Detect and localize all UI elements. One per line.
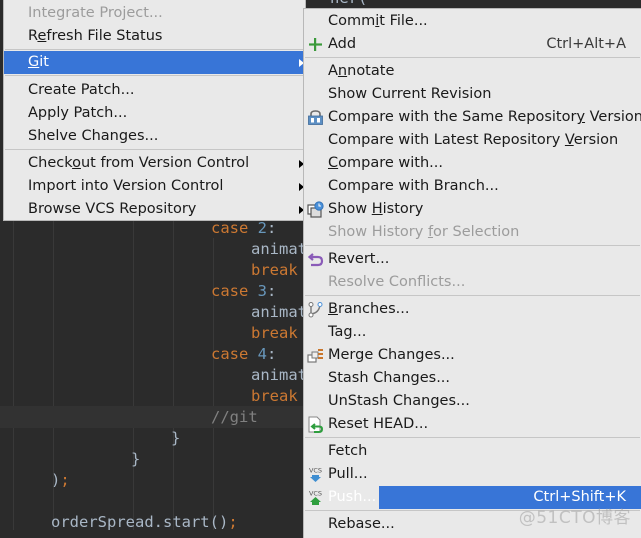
merge-icon	[307, 349, 323, 363]
menu-item-label: Compare with Branch...	[328, 178, 499, 194]
menu-item-show-history[interactable]: Show History	[304, 198, 641, 221]
menu-item-stash-changes[interactable]: Stash Changes...	[304, 367, 641, 390]
menu-item-label: Shelve Changes...	[28, 128, 159, 144]
menu-item-label: Stash Changes...	[328, 370, 451, 386]
menu-item-label: Checkout from Version Control	[28, 155, 250, 171]
menu-item-show-current-revision[interactable]: Show Current Revision	[304, 83, 641, 106]
menu-item-checkout-from-vcs[interactable]: Checkout from Version Control	[4, 152, 305, 175]
menu-item-annotate[interactable]: Annotate	[304, 60, 641, 83]
menu-item-compare-with-branch[interactable]: Compare with Branch...	[304, 175, 641, 198]
menu-item-label: Integrate Project...	[28, 5, 163, 21]
menu-item-branches[interactable]: Branches...	[304, 298, 641, 321]
menu-item-label: Branches...	[328, 301, 410, 317]
svg-text:VCS: VCS	[309, 490, 322, 498]
menu-item-label: Import into Version Control	[28, 178, 224, 194]
menu-item-label: Tag...	[328, 324, 367, 340]
menu-item-label: Browse VCS Repository	[28, 201, 197, 217]
menu-item-reset-head[interactable]: Reset HEAD...	[304, 413, 641, 436]
menu-item-compare-with[interactable]: Compare with...	[304, 152, 641, 175]
menu-item-git[interactable]: Git	[4, 51, 305, 74]
menu-item-label: Create Patch...	[28, 82, 135, 98]
menu-item-resolve-conflicts: Resolve Conflicts...	[304, 271, 641, 294]
menu-item-merge-changes[interactable]: Merge Changes...	[304, 344, 641, 367]
menu-item-show-history-for-selection: Show History for Selection	[304, 221, 641, 244]
shortcut-label: Ctrl+Alt+A	[546, 36, 626, 52]
menu-separator	[305, 245, 640, 246]
history-icon	[307, 201, 324, 218]
menu-item-label: Compare with...	[328, 155, 443, 171]
menu-item-fetch[interactable]: Fetch	[304, 440, 641, 463]
menu-item-compare-latest-repo-version[interactable]: Compare with Latest Repository Version	[304, 129, 641, 152]
code-line-animation: animat	[251, 303, 307, 321]
code-line-animation: animat	[251, 240, 307, 258]
menu-item-label: Show History	[328, 201, 424, 217]
vcs-push-icon: VCS	[309, 490, 322, 505]
menu-separator	[5, 49, 304, 50]
menu-item-browse-vcs-repository[interactable]: Browse VCS Repository	[4, 198, 305, 221]
menu-item-label: Show History for Selection	[328, 224, 520, 240]
code-line-brace: }	[171, 429, 181, 447]
menu-item-label: Apply Patch...	[28, 105, 128, 121]
vcs-menu: Integrate Project... Refresh File Status…	[3, 0, 306, 221]
menu-item-label: Resolve Conflicts...	[328, 274, 466, 290]
menu-separator	[305, 295, 640, 296]
menu-item-label: Merge Changes...	[328, 347, 455, 363]
menu-item-revert[interactable]: Revert...	[304, 248, 641, 271]
menu-item-label: UnStash Changes...	[328, 393, 470, 409]
menu-item-label: Revert...	[328, 251, 390, 267]
code-line-case-2: case 2:	[211, 219, 277, 237]
menu-item-label: Fetch	[328, 443, 368, 459]
menu-item-commit-file[interactable]: Commit File...	[304, 10, 641, 33]
code-line-animation: animat	[251, 366, 307, 384]
menu-separator	[5, 75, 304, 76]
menu-item-refresh-file-status[interactable]: Refresh File Status	[4, 25, 305, 48]
code-line-case-3: case 3:	[211, 282, 277, 300]
vcs-pull-icon: VCS	[309, 467, 322, 482]
reset-head-icon	[308, 416, 324, 433]
menu-item-integrate-project: Integrate Project...	[4, 2, 305, 25]
menu-item-label: Reset HEAD...	[328, 416, 429, 432]
branches-icon	[308, 302, 323, 318]
menu-item-label: Commit File...	[328, 13, 428, 29]
menu-item-unstash-changes[interactable]: UnStash Changes...	[304, 390, 641, 413]
menu-separator	[5, 149, 304, 150]
code-line-break: break	[251, 261, 298, 279]
git-submenu: Commit File... Add Ctrl+Alt+A Annotate S…	[303, 8, 641, 538]
menu-item-label: Add	[328, 36, 357, 52]
code-line-comment: //git	[211, 408, 258, 426]
menu-item-label: Git	[28, 54, 49, 70]
plus-icon	[309, 38, 322, 51]
code-line-case-4: case 4:	[211, 345, 277, 363]
menu-separator	[305, 437, 640, 438]
watermark: @51CTO博客	[518, 508, 631, 528]
compare-repository-icon	[308, 110, 323, 125]
menu-item-label: Refresh File Status	[28, 28, 163, 44]
code-line-break: break	[251, 324, 298, 342]
menu-item-label: Compare with Latest Repository Version	[328, 132, 619, 148]
menu-item-create-patch[interactable]: Create Patch...	[4, 79, 305, 102]
menu-item-tag[interactable]: Tag...	[304, 321, 641, 344]
menu-item-label: Show Current Revision	[328, 86, 492, 102]
code-line-brace: }	[131, 450, 141, 468]
menu-item-pull[interactable]: VCS Pull...	[304, 463, 641, 486]
menu-item-label: Rebase...	[328, 516, 395, 532]
menu-item-label: Compare with the Same Repository Version	[328, 109, 641, 125]
menu-item-shelve-changes[interactable]: Shelve Changes...	[4, 125, 305, 148]
menu-item-label: Pull...	[328, 466, 368, 482]
menu-separator	[305, 57, 640, 58]
svg-text:VCS: VCS	[309, 467, 322, 475]
revert-icon	[307, 253, 324, 267]
menu-item-label: Annotate	[328, 63, 395, 79]
code-line-break: break	[251, 387, 298, 405]
code-line-close-paren: );	[51, 471, 70, 489]
menu-item-apply-patch[interactable]: Apply Patch...	[4, 102, 305, 125]
menu-item-add[interactable]: Add Ctrl+Alt+A	[304, 33, 641, 56]
push-icon-cell: VCS	[304, 486, 379, 509]
menu-item-import-into-vcs[interactable]: Import into Version Control	[4, 175, 305, 198]
menu-item-compare-same-repo-version[interactable]: Compare with the Same Repository Version	[304, 106, 641, 129]
